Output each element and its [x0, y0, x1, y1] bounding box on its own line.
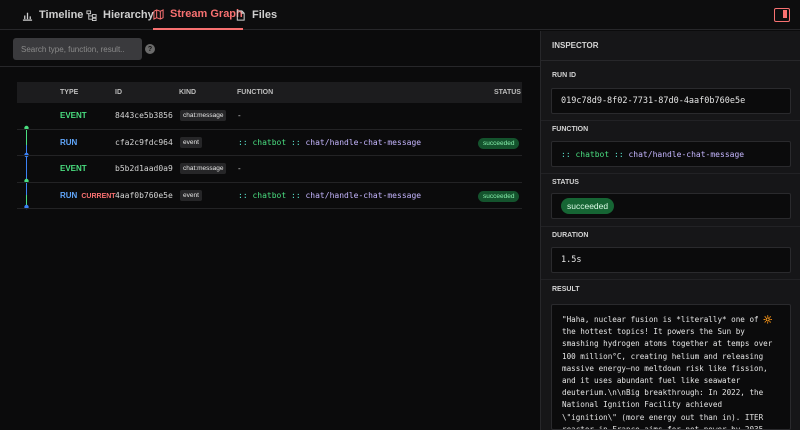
map-icon: [153, 8, 164, 20]
status-badge: succeeded: [561, 198, 615, 214]
row-id: b5b2d1aad0a9: [115, 164, 173, 173]
row-function: :: chatbot :: chat/handle-chat-message: [238, 137, 422, 147]
row-type: RUN: [60, 137, 78, 147]
stream-graph-pane: Search type, function, result.. ? TYPE I…: [0, 31, 540, 430]
tab-label: Hierarchy: [103, 9, 154, 21]
help-icon[interactable]: ?: [145, 44, 155, 54]
divider: [541, 173, 800, 174]
status-badge: succeeded: [478, 137, 520, 149]
duration-label: DURATION: [552, 232, 589, 239]
divider: [541, 279, 800, 280]
header-id: ID: [115, 89, 122, 96]
duration-value[interactable]: 1.5s: [551, 247, 791, 273]
header-function: FUNCTION: [237, 89, 274, 96]
row-kind: chat:message: [180, 110, 227, 121]
run-id-label: RUN ID: [552, 72, 577, 79]
divider: [541, 60, 800, 61]
table-row[interactable]: EVENT 8443ce5b3856 chat:message -: [17, 103, 522, 130]
table-header: TYPE ID KIND FUNCTION STATUS: [17, 82, 522, 103]
file-icon: [236, 9, 245, 21]
row-function-empty: -: [238, 164, 241, 173]
function-label: FUNCTION: [552, 126, 589, 133]
function-value[interactable]: :: chatbot :: chat/handle-chat-message: [551, 141, 791, 167]
status-label: STATUS: [552, 179, 579, 186]
row-function-empty: -: [238, 111, 241, 120]
inspector-title: INSPECTOR: [552, 41, 599, 50]
tab-stream-graph[interactable]: Stream Graph: [153, 0, 243, 30]
tab-bar: Timeline Hierarchy Stream Graph Files: [0, 0, 800, 30]
current-badge: CURRENT: [81, 192, 116, 200]
row-type: EVENT: [60, 164, 87, 173]
row-function: :: chatbot :: chat/handle-chat-message: [238, 190, 422, 200]
table-row[interactable]: RUN cfa2c9fdc964 event :: chatbot :: cha…: [17, 130, 522, 156]
stream-table: TYPE ID KIND FUNCTION STATUS EVENT 8443c…: [17, 82, 522, 210]
divider: [541, 120, 800, 121]
row-kind: event: [180, 136, 202, 148]
row-id: 8443ce5b3856: [115, 111, 173, 120]
result-label: RESULT: [552, 286, 580, 293]
row-id: 4aaf0b760e5e: [115, 190, 173, 200]
tab-label: Files: [252, 9, 278, 21]
header-status: STATUS: [494, 89, 521, 96]
search-bar: Search type, function, result.. ?: [0, 31, 540, 67]
inspector-panel: INSPECTOR RUN ID 019c78d9-8f02-7731-87d0…: [540, 31, 800, 430]
divider: [541, 226, 800, 227]
search-input[interactable]: Search type, function, result..: [13, 38, 142, 60]
row-kind: event: [180, 189, 202, 201]
row-type-group: RUN CURRENT: [60, 191, 116, 200]
tab-files[interactable]: Files: [235, 0, 277, 30]
row-kind: chat:message: [180, 163, 227, 174]
tab-timeline[interactable]: Timeline: [22, 0, 83, 30]
status-badge: succeeded: [478, 190, 520, 202]
run-id-value[interactable]: 019c78d9-8f02-7731-87d0-4aaf0b760e5e: [551, 88, 791, 114]
table-row[interactable]: EVENT b5b2d1aad0a9 chat:message -: [17, 156, 522, 183]
status-value: succeeded: [551, 193, 791, 219]
tab-label: Timeline: [39, 9, 84, 21]
row-type: RUN: [60, 190, 78, 200]
hierarchy-icon: [86, 9, 97, 21]
header-kind: KIND: [179, 89, 197, 96]
result-value[interactable]: "Haha, nuclear fusion is *literally* one…: [551, 304, 791, 430]
row-id: cfa2c9fdc964: [115, 137, 173, 147]
bar-chart-icon: [22, 12, 33, 21]
tab-label: Stream Graph: [170, 8, 243, 20]
header-type: TYPE: [60, 89, 79, 96]
panel-toggle-icon[interactable]: [774, 8, 790, 22]
tab-hierarchy[interactable]: Hierarchy: [86, 0, 154, 30]
table-row[interactable]: RUN CURRENT 4aaf0b760e5e event :: chatbot…: [17, 183, 522, 209]
row-type: EVENT: [60, 111, 87, 120]
